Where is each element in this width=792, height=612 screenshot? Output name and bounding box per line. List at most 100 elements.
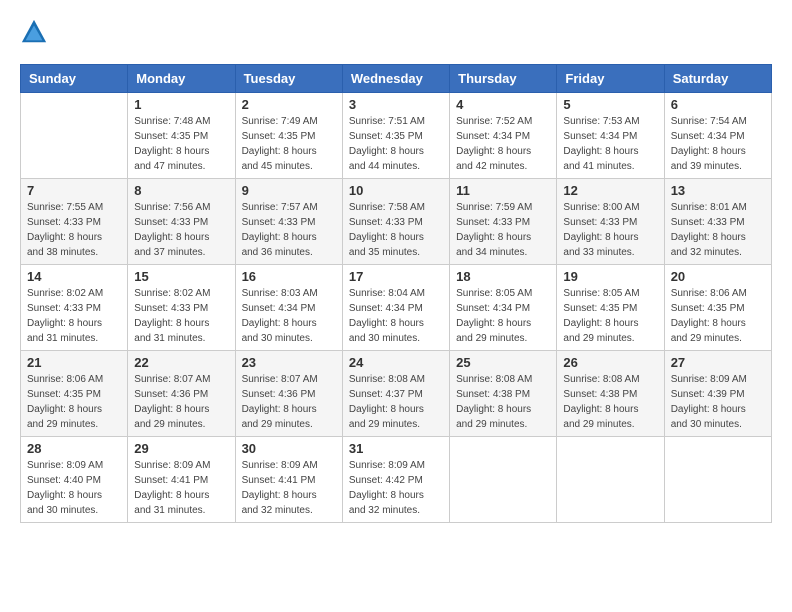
weekday-header: Tuesday — [235, 65, 342, 93]
calendar-cell: 27 Sunrise: 8:09 AM Sunset: 4:39 PM Dayli… — [664, 351, 771, 437]
calendar-cell: 7 Sunrise: 7:55 AM Sunset: 4:33 PM Daylig… — [21, 179, 128, 265]
calendar-cell: 16 Sunrise: 8:03 AM Sunset: 4:34 PM Dayli… — [235, 265, 342, 351]
weekday-header: Monday — [128, 65, 235, 93]
calendar-cell: 2 Sunrise: 7:49 AM Sunset: 4:35 PM Daylig… — [235, 93, 342, 179]
calendar-cell: 15 Sunrise: 8:02 AM Sunset: 4:33 PM Dayli… — [128, 265, 235, 351]
day-info: Sunrise: 7:59 AM Sunset: 4:33 PM Dayligh… — [456, 200, 550, 260]
day-number: 2 — [242, 97, 336, 112]
calendar-cell: 1 Sunrise: 7:48 AM Sunset: 4:35 PM Daylig… — [128, 93, 235, 179]
day-number: 22 — [134, 355, 228, 370]
calendar-week-row: 21 Sunrise: 8:06 AM Sunset: 4:35 PM Dayli… — [21, 351, 772, 437]
calendar-cell: 26Sunrise: 8:08 AM Sunset: 4:38 PM Dayli… — [557, 351, 664, 437]
calendar-cell: 30 Sunrise: 8:09 AM Sunset: 4:41 PM Dayli… — [235, 437, 342, 523]
day-number: 15 — [134, 269, 228, 284]
calendar-cell — [450, 437, 557, 523]
day-info: Sunrise: 7:49 AM Sunset: 4:35 PM Dayligh… — [242, 114, 336, 174]
day-info: Sunrise: 8:03 AM Sunset: 4:34 PM Dayligh… — [242, 286, 336, 346]
day-number: 7 — [27, 183, 121, 198]
day-number: 29 — [134, 441, 228, 456]
calendar-cell — [557, 437, 664, 523]
day-number: 17 — [349, 269, 443, 284]
calendar-cell: 6Sunrise: 7:54 AM Sunset: 4:34 PM Daylig… — [664, 93, 771, 179]
weekday-header: Thursday — [450, 65, 557, 93]
day-number: 18 — [456, 269, 550, 284]
day-info: Sunrise: 7:58 AM Sunset: 4:33 PM Dayligh… — [349, 200, 443, 260]
calendar-cell: 17 Sunrise: 8:04 AM Sunset: 4:34 PM Dayli… — [342, 265, 449, 351]
day-info: Sunrise: 7:54 AM Sunset: 4:34 PM Dayligh… — [671, 114, 765, 174]
weekday-header: Saturday — [664, 65, 771, 93]
calendar-cell: 22 Sunrise: 8:07 AM Sunset: 4:36 PM Dayli… — [128, 351, 235, 437]
day-number: 27 — [671, 355, 765, 370]
day-info: Sunrise: 8:07 AM Sunset: 4:36 PM Dayligh… — [242, 372, 336, 432]
day-number: 5 — [563, 97, 657, 112]
day-info: Sunrise: 8:06 AM Sunset: 4:35 PM Dayligh… — [27, 372, 121, 432]
calendar-cell: 18 Sunrise: 8:05 AM Sunset: 4:34 PM Dayli… — [450, 265, 557, 351]
calendar-cell — [664, 437, 771, 523]
day-number: 16 — [242, 269, 336, 284]
day-info: Sunrise: 7:53 AM Sunset: 4:34 PM Dayligh… — [563, 114, 657, 174]
day-info: Sunrise: 7:51 AM Sunset: 4:35 PM Dayligh… — [349, 114, 443, 174]
day-number: 19 — [563, 269, 657, 284]
day-number: 21 — [27, 355, 121, 370]
calendar-cell: 5 Sunrise: 7:53 AM Sunset: 4:34 PM Daylig… — [557, 93, 664, 179]
day-info: Sunrise: 7:56 AM Sunset: 4:33 PM Dayligh… — [134, 200, 228, 260]
calendar-cell: 25 Sunrise: 8:08 AM Sunset: 4:38 PM Dayli… — [450, 351, 557, 437]
day-number: 4 — [456, 97, 550, 112]
day-number: 30 — [242, 441, 336, 456]
day-info: Sunrise: 8:02 AM Sunset: 4:33 PM Dayligh… — [134, 286, 228, 346]
calendar-cell: 21 Sunrise: 8:06 AM Sunset: 4:35 PM Dayli… — [21, 351, 128, 437]
calendar-cell: 31Sunrise: 8:09 AM Sunset: 4:42 PM Dayli… — [342, 437, 449, 523]
day-info: Sunrise: 8:09 AM Sunset: 4:42 PM Dayligh… — [349, 458, 443, 518]
calendar-cell: 28Sunrise: 8:09 AM Sunset: 4:40 PM Dayli… — [21, 437, 128, 523]
calendar-cell: 24 Sunrise: 8:08 AM Sunset: 4:37 PM Dayli… — [342, 351, 449, 437]
day-number: 1 — [134, 97, 228, 112]
day-number: 25 — [456, 355, 550, 370]
calendar-cell: 3 Sunrise: 7:51 AM Sunset: 4:35 PM Daylig… — [342, 93, 449, 179]
day-number: 12 — [563, 183, 657, 198]
weekday-header: Friday — [557, 65, 664, 93]
day-info: Sunrise: 8:05 AM Sunset: 4:34 PM Dayligh… — [456, 286, 550, 346]
calendar-cell: 9 Sunrise: 7:57 AM Sunset: 4:33 PM Daylig… — [235, 179, 342, 265]
weekday-header: Sunday — [21, 65, 128, 93]
calendar-week-row: 7 Sunrise: 7:55 AM Sunset: 4:33 PM Daylig… — [21, 179, 772, 265]
day-info: Sunrise: 8:05 AM Sunset: 4:35 PM Dayligh… — [563, 286, 657, 346]
day-info: Sunrise: 8:04 AM Sunset: 4:34 PM Dayligh… — [349, 286, 443, 346]
calendar-cell: 10 Sunrise: 7:58 AM Sunset: 4:33 PM Dayli… — [342, 179, 449, 265]
calendar-cell: 23 Sunrise: 8:07 AM Sunset: 4:36 PM Dayli… — [235, 351, 342, 437]
day-info: Sunrise: 8:09 AM Sunset: 4:41 PM Dayligh… — [242, 458, 336, 518]
day-number: 28 — [27, 441, 121, 456]
day-info: Sunrise: 8:06 AM Sunset: 4:35 PM Dayligh… — [671, 286, 765, 346]
calendar-cell — [21, 93, 128, 179]
day-info: Sunrise: 8:08 AM Sunset: 4:38 PM Dayligh… — [456, 372, 550, 432]
day-number: 10 — [349, 183, 443, 198]
calendar-header-row: SundayMondayTuesdayWednesdayThursdayFrid… — [21, 65, 772, 93]
logo-icon — [20, 18, 48, 46]
day-number: 23 — [242, 355, 336, 370]
page-header — [20, 20, 772, 48]
calendar-cell: 4 Sunrise: 7:52 AM Sunset: 4:34 PM Daylig… — [450, 93, 557, 179]
day-number: 24 — [349, 355, 443, 370]
day-info: Sunrise: 8:08 AM Sunset: 4:38 PM Dayligh… — [563, 372, 657, 432]
day-number: 13 — [671, 183, 765, 198]
calendar-cell: 12 Sunrise: 8:00 AM Sunset: 4:33 PM Dayli… — [557, 179, 664, 265]
day-number: 3 — [349, 97, 443, 112]
day-info: Sunrise: 8:09 AM Sunset: 4:41 PM Dayligh… — [134, 458, 228, 518]
day-info: Sunrise: 7:57 AM Sunset: 4:33 PM Dayligh… — [242, 200, 336, 260]
day-number: 14 — [27, 269, 121, 284]
calendar-cell: 11Sunrise: 7:59 AM Sunset: 4:33 PM Dayli… — [450, 179, 557, 265]
day-info: Sunrise: 7:52 AM Sunset: 4:34 PM Dayligh… — [456, 114, 550, 174]
weekday-header: Wednesday — [342, 65, 449, 93]
calendar-table: SundayMondayTuesdayWednesdayThursdayFrid… — [20, 64, 772, 523]
calendar-cell: 20Sunrise: 8:06 AM Sunset: 4:35 PM Dayli… — [664, 265, 771, 351]
day-info: Sunrise: 7:55 AM Sunset: 4:33 PM Dayligh… — [27, 200, 121, 260]
day-info: Sunrise: 8:08 AM Sunset: 4:37 PM Dayligh… — [349, 372, 443, 432]
day-number: 9 — [242, 183, 336, 198]
calendar-week-row: 14 Sunrise: 8:02 AM Sunset: 4:33 PM Dayli… — [21, 265, 772, 351]
calendar-cell: 14 Sunrise: 8:02 AM Sunset: 4:33 PM Dayli… — [21, 265, 128, 351]
day-info: Sunrise: 8:02 AM Sunset: 4:33 PM Dayligh… — [27, 286, 121, 346]
day-info: Sunrise: 7:48 AM Sunset: 4:35 PM Dayligh… — [134, 114, 228, 174]
day-info: Sunrise: 8:00 AM Sunset: 4:33 PM Dayligh… — [563, 200, 657, 260]
day-info: Sunrise: 8:07 AM Sunset: 4:36 PM Dayligh… — [134, 372, 228, 432]
day-info: Sunrise: 8:09 AM Sunset: 4:39 PM Dayligh… — [671, 372, 765, 432]
logo — [20, 20, 50, 48]
